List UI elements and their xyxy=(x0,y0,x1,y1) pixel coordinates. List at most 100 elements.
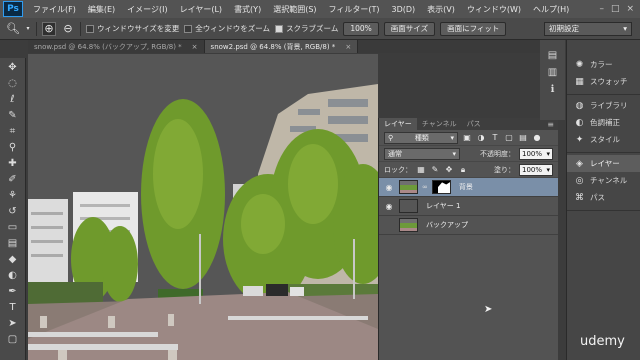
fill-screen-button[interactable]: 画面にフィット xyxy=(440,21,507,36)
lasso-tool-icon[interactable]: ℓ xyxy=(3,92,23,107)
shape-filter-icon[interactable]: ▢ xyxy=(504,133,514,143)
close-icon[interactable]: × xyxy=(345,43,351,51)
scrubby-zoom-checkbox[interactable]: スクラブズーム xyxy=(275,23,338,34)
shape-tool-icon[interactable]: ▢ xyxy=(3,332,23,347)
layer-row-background[interactable]: ◉ ∞ 背景 xyxy=(379,178,558,197)
window-controls: – □ × xyxy=(599,4,640,14)
fill-field[interactable]: 100% ▾ xyxy=(519,163,553,176)
panel-menu-icon[interactable]: ≡ xyxy=(547,120,558,129)
adjustment-filter-icon[interactable]: ◑ xyxy=(476,133,486,143)
maximize-icon[interactable]: □ xyxy=(611,4,620,14)
dock-item-adjustments[interactable]: ◐ 色調補正 xyxy=(567,114,640,131)
checkbox-box xyxy=(86,24,94,33)
opacity-field[interactable]: 100% ▾ xyxy=(519,147,553,160)
fit-screen-button[interactable]: 画面サイズ xyxy=(383,21,436,36)
workspace-select[interactable]: 初期設定 ▾ xyxy=(544,21,632,36)
menu-image[interactable]: イメージ(I) xyxy=(121,4,173,15)
brush-tool-icon[interactable]: ✐ xyxy=(3,172,23,187)
zoom-100-button[interactable]: 100% xyxy=(343,21,379,36)
paths-icon: ⌘ xyxy=(575,192,584,203)
resize-windows-checkbox[interactable]: ウィンドウサイズを変更 xyxy=(86,23,179,34)
menu-view[interactable]: 表示(V) xyxy=(421,4,461,15)
move-tool-icon[interactable]: ✥ xyxy=(3,60,23,75)
filter-toggle-icon[interactable]: ● xyxy=(532,133,542,143)
eraser-tool-icon[interactable]: ▭ xyxy=(3,220,23,235)
menu-edit[interactable]: 編集(E) xyxy=(82,4,121,15)
quick-select-tool-icon[interactable]: ✎ xyxy=(3,108,23,123)
dock-item-color[interactable]: ✺ カラー xyxy=(567,56,640,73)
pen-tool-icon[interactable]: ✒ xyxy=(3,284,23,299)
tab-channels[interactable]: チャンネル xyxy=(417,118,462,130)
zoom-tool-icon[interactable]: 🔍︎ xyxy=(6,22,20,36)
menu-select[interactable]: 選択範囲(S) xyxy=(267,4,322,15)
lock-label: ロック： xyxy=(384,165,412,174)
dock-group-color: ✺ カラー ▦ スウォッチ xyxy=(567,54,640,95)
dock-item-label: チャンネル xyxy=(590,176,628,185)
layer-row-layer1[interactable]: ◉ レイヤー 1 xyxy=(379,197,558,216)
chevron-down-icon[interactable]: ▾ xyxy=(25,22,31,36)
dock-item-label: レイヤー xyxy=(590,159,620,168)
eye-icon[interactable]: ◉ xyxy=(383,200,395,212)
marquee-tool-icon[interactable]: ◌ xyxy=(3,76,23,91)
tab-snow-psd[interactable]: snow.psd @ 64.8% (バックアップ, RGB/8) * × xyxy=(28,40,205,53)
tab-layers[interactable]: レイヤー xyxy=(379,118,417,130)
clone-stamp-tool-icon[interactable]: ⚘ xyxy=(3,188,23,203)
blur-tool-icon[interactable]: ◆ xyxy=(3,252,23,267)
dock-item-paths[interactable]: ⌘ パス xyxy=(567,189,640,206)
zoom-out-icon[interactable]: ⊖ xyxy=(61,22,75,36)
checkbox-label: 全ウィンドウをズーム xyxy=(195,24,271,33)
menu-filter[interactable]: フィルター(T) xyxy=(323,4,386,15)
menu-window[interactable]: ウィンドウ(W) xyxy=(461,4,527,15)
gradient-tool-icon[interactable]: ▤ xyxy=(3,236,23,251)
crop-tool-icon[interactable]: ⌗ xyxy=(3,124,23,139)
info-icon[interactable]: ℹ xyxy=(551,84,555,95)
blend-mode-select[interactable]: 通常 ▾ xyxy=(384,147,460,160)
type-filter-icon[interactable]: T xyxy=(490,133,500,143)
fill-value: 100% xyxy=(522,165,543,174)
path-selection-tool-icon[interactable]: ➤ xyxy=(3,316,23,331)
layer-mask-thumbnail[interactable] xyxy=(431,180,451,194)
lock-transparent-icon[interactable]: ▦ xyxy=(416,165,426,175)
menu-type[interactable]: 書式(Y) xyxy=(228,4,267,15)
close-icon[interactable]: × xyxy=(626,4,634,14)
checkbox-label: スクラブズーム xyxy=(286,24,339,33)
lock-position-icon[interactable]: ✥ xyxy=(444,165,454,175)
zoom-all-windows-checkbox[interactable]: 全ウィンドウをズーム xyxy=(184,23,270,34)
lock-pixels-icon[interactable]: ✎ xyxy=(430,165,440,175)
dodge-tool-icon[interactable]: ◐ xyxy=(3,268,23,283)
dock-item-channels[interactable]: ◎ チャンネル xyxy=(567,172,640,189)
options-bar: 🔍︎ ▾ ⊕ ⊖ ウィンドウサイズを変更 全ウィンドウをズーム スクラブズーム … xyxy=(0,18,640,40)
properties-icon[interactable]: ▥ xyxy=(548,67,557,78)
eye-icon[interactable]: ◉ xyxy=(383,219,395,231)
dock-item-styles[interactable]: ✦ スタイル xyxy=(567,131,640,148)
eye-icon[interactable]: ◉ xyxy=(383,181,395,193)
layer-thumbnail xyxy=(399,199,418,213)
eyedropper-tool-icon[interactable]: ⚲ xyxy=(3,140,23,155)
close-icon[interactable]: × xyxy=(192,43,198,51)
menu-3d[interactable]: 3D(D) xyxy=(386,5,422,14)
pixel-filter-icon[interactable]: ▣ xyxy=(462,133,472,143)
history-icon[interactable]: ▤ xyxy=(548,50,557,61)
menu-bar: Ps ファイル(F) 編集(E) イメージ(I) レイヤー(L) 書式(Y) 選… xyxy=(0,0,640,18)
layer-kind-select[interactable]: ⚲ 種類 ▾ xyxy=(384,131,458,144)
menu-layer[interactable]: レイヤー(L) xyxy=(174,4,228,15)
tab-label: snow.psd @ 64.8% (バックアップ, RGB/8) * xyxy=(34,42,182,51)
layer-row-backup[interactable]: ◉ バックアップ xyxy=(379,216,558,235)
tab-paths[interactable]: パス xyxy=(462,118,486,130)
lock-all-icon[interactable]: 🔒︎ xyxy=(458,165,468,175)
history-brush-tool-icon[interactable]: ↺ xyxy=(3,204,23,219)
dock-item-layers[interactable]: ◈ レイヤー xyxy=(567,155,640,172)
document-canvas[interactable] xyxy=(28,54,378,360)
link-icon[interactable]: ∞ xyxy=(422,183,428,191)
type-tool-icon[interactable]: T xyxy=(3,300,23,315)
dock-item-libraries[interactable]: ◍ ライブラリ xyxy=(567,97,640,114)
tab-snow2-psd[interactable]: snow2.psd @ 64.8% (背景, RGB/8) * × xyxy=(204,40,359,53)
document-tabs: snow.psd @ 64.8% (バックアップ, RGB/8) * × sno… xyxy=(28,40,540,53)
smart-object-filter-icon[interactable]: ▤ xyxy=(518,133,528,143)
zoom-in-icon[interactable]: ⊕ xyxy=(42,21,56,36)
healing-brush-tool-icon[interactable]: ✚ xyxy=(3,156,23,171)
dock-item-swatches[interactable]: ▦ スウォッチ xyxy=(567,73,640,90)
menu-help[interactable]: ヘルプ(H) xyxy=(527,4,575,15)
menu-file[interactable]: ファイル(F) xyxy=(27,4,82,15)
minimize-icon[interactable]: – xyxy=(599,4,604,14)
